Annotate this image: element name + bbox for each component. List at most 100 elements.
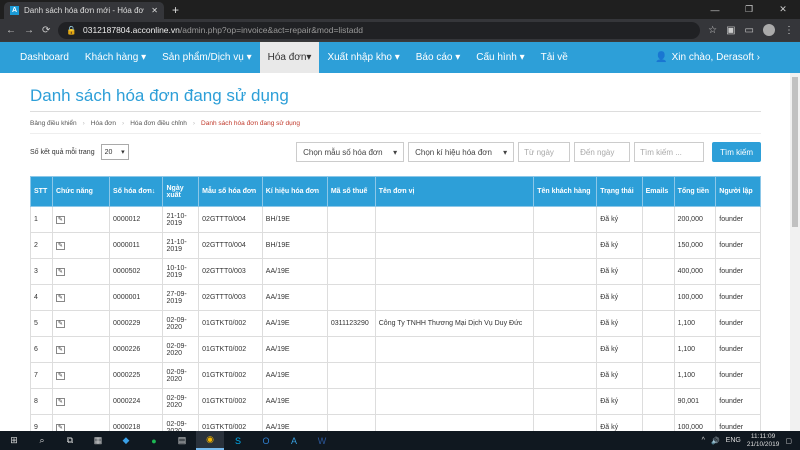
table-cell: 0000001 [109,284,164,311]
tray-chevron-icon[interactable]: ^ [702,437,705,444]
chevron-down-icon: ▾ [393,147,398,157]
browser-tab-strip: A Danh sách hóa đơn mới - Hóa đơ ✕ + — ❐… [0,0,800,19]
search-button[interactable]: Tìm kiếm [712,142,761,162]
table-row: 6 ✎ 0000226 02-09-2020 01GTKT0/002 AA/19E Đã k… [30,336,761,363]
browser-tab[interactable]: A Danh sách hóa đơn mới - Hóa đơ ✕ [4,2,164,19]
skype-icon[interactable]: S [224,431,252,450]
table-cell: founder [715,388,761,415]
restore-icon[interactable]: ❐ [732,4,766,15]
column-header: Chức năng [51,176,111,207]
table-row: 4 ✎ 0000001 27-09-2019 02GTTT0/003 AA/19E Đã k… [30,284,761,311]
nav-invoices[interactable]: Hóa đơn▾ [259,42,320,73]
nav-warehouse[interactable]: Xuất nhập kho ▾ [319,42,407,73]
table-cell [641,284,675,311]
template-select[interactable]: Chọn mẫu số hóa đơn ▾ [296,142,405,162]
calculator-icon[interactable]: ▦ [84,431,112,450]
forward-icon[interactable]: → [24,25,34,36]
menu-icon[interactable]: ⋮ [784,25,794,36]
breadcrumb-item[interactable]: Hóa đơn [91,120,116,127]
url-host: 0312187804.acconline.vn [82,25,180,35]
chrome-icon[interactable]: ◉ [196,431,224,450]
edit-icon[interactable]: ✎ [55,345,65,354]
minimize-icon[interactable]: — [698,5,732,15]
profile-avatar[interactable] [763,24,775,36]
table-cell: 02GTTT0/004 [198,232,263,259]
app-icon[interactable]: A [280,431,308,450]
bookmark-star-icon[interactable]: ☆ [708,25,717,36]
nav-products[interactable]: Sản phẩm/Dịch vụ ▾ [154,42,260,73]
vscode-icon[interactable]: ◆ [112,431,140,450]
table-cell: Công Ty TNHH Thương Mại Dịch Vụ Duy Đức [374,310,535,337]
clock[interactable]: 11:11:09 21/10/2019 [747,433,780,449]
column-header: STT [30,176,53,207]
actions-cell: ✎ [51,362,111,389]
search-input[interactable]: Tìm kiếm ... [634,142,705,162]
table-cell: 0000229 [109,310,164,337]
breadcrumb-item[interactable]: Bảng điều khiển [30,120,77,127]
table-cell: Đã ký [596,284,643,311]
table-cell: BH/19E [261,232,328,259]
table-cell: 0000224 [109,388,164,415]
task-view-icon[interactable]: ⧉ [56,431,84,450]
extension-icon[interactable]: ▣ [726,25,735,36]
new-tab-button[interactable]: + [172,3,179,17]
table-cell: AA/19E [261,388,328,415]
word-icon[interactable]: W [308,431,336,450]
spotify-icon[interactable]: ● [140,431,168,450]
page-scrollbar[interactable] [790,73,800,431]
table-row: 1 ✎ 0000012 21-10-2019 02GTTT0/004 BH/19E Đã k… [30,206,761,233]
edit-icon[interactable]: ✎ [55,267,65,276]
back-icon[interactable]: ← [6,25,16,36]
edit-icon[interactable]: ✎ [55,319,65,328]
toolbox-icon[interactable]: ▤ [168,431,196,450]
column-header[interactable]: Số hóa đơn↓ [109,176,164,207]
table-cell: AA/19E [261,362,328,389]
edit-icon[interactable]: ✎ [55,397,65,406]
nav-settings[interactable]: Cấu hình ▾ [468,42,532,73]
page-title: Danh sách hóa đơn đang sử dụng [30,86,761,112]
url-field[interactable]: 🔒 0312187804.acconline.vn/admin.php?op=i… [58,21,701,39]
search-icon[interactable]: ⌕ [28,431,56,450]
table-cell: 01GTKT0/002 [198,336,263,363]
notification-icon[interactable]: ▢ [785,437,792,445]
symbol-select[interactable]: Chọn kí hiệu hóa đơn ▾ [408,142,515,162]
from-date-input[interactable]: Từ ngày [518,142,571,162]
nav-download[interactable]: Tải về [533,42,576,73]
table-row: 8 ✎ 0000224 02-09-2020 01GTKT0/002 AA/19E Đã k… [30,388,761,415]
edit-icon[interactable]: ✎ [55,241,65,250]
table-cell: 1 [30,206,53,233]
outlook-icon[interactable]: O [252,431,280,450]
lang-indicator[interactable]: ENG [726,437,741,444]
table-cell [533,258,598,285]
column-header: Tên khách hàng [533,176,598,207]
windows-taskbar: ⊞ ⌕ ⧉ ▦ ◆ ● ▤ ◉ S O A W ^ 🔊 ENG 11:11:09… [0,431,800,450]
table-cell: founder [715,206,761,233]
edit-icon[interactable]: ✎ [55,215,65,224]
page-size-select[interactable]: 20 ▾ [100,144,129,160]
volume-icon[interactable]: 🔊 [711,437,720,445]
table-cell [326,232,376,259]
user-menu[interactable]: 👤 Xin chào, Derasoft › [655,42,800,73]
nav-dashboard[interactable]: Dashboard [12,42,77,73]
to-date-input[interactable]: Đến ngày [574,142,631,162]
edit-icon[interactable]: ✎ [55,371,65,380]
table-cell [326,362,376,389]
reload-icon[interactable]: ⟳ [42,25,50,36]
close-window-icon[interactable]: ✕ [766,4,800,15]
nav-reports[interactable]: Báo cáo ▾ [408,42,469,73]
column-header: Mẫu số hóa đơn [198,176,263,207]
table-row: 7 ✎ 0000225 02-09-2020 01GTKT0/002 AA/19E Đã k… [30,362,761,389]
table-cell: 01GTKT0/002 [198,388,263,415]
invoice-table: STT Chức năng Số hóa đơn↓ Ngày xuất Mẫu số h… [30,176,761,441]
table-cell [326,258,376,285]
cast-icon[interactable]: ▭ [745,25,754,36]
table-cell: founder [715,284,761,311]
actions-cell: ✎ [51,336,111,363]
table-cell: 4 [30,284,53,311]
close-tab-icon[interactable]: ✕ [151,6,158,15]
nav-customers[interactable]: Khách hàng ▾ [77,42,154,73]
table-row: 5 ✎ 0000229 02-09-2020 01GTKT0/002 AA/19E 0311… [30,310,761,337]
start-icon[interactable]: ⊞ [0,431,28,450]
edit-icon[interactable]: ✎ [55,293,65,302]
breadcrumb-item[interactable]: Hóa đơn điều chỉnh [130,120,187,127]
